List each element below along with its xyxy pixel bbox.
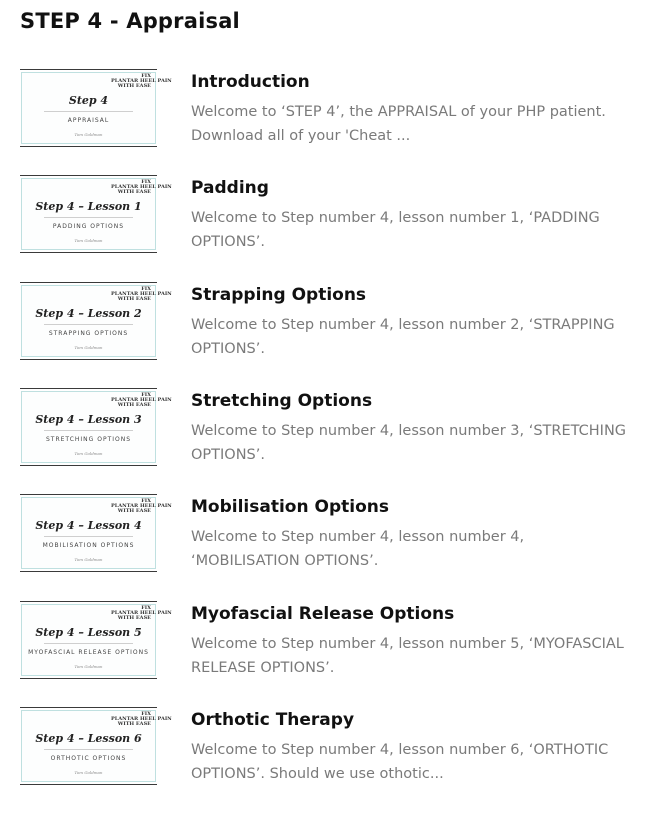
brand-line-3: WITH EASE <box>117 615 151 621</box>
lesson-thumbnail[interactable]: FIX PLANTAR HEEL PAIN WITH EASE Step 4 –… <box>20 601 172 679</box>
thumbnail-divider <box>44 217 133 218</box>
lesson-thumbnail[interactable]: FIX PLANTAR HEEL PAIN WITH EASE Step 4 –… <box>20 175 172 253</box>
brand-line-3: WITH EASE <box>117 721 151 727</box>
lesson-description: Welcome to ‘STEP 4’, the APPRAISAL of yo… <box>191 104 606 144</box>
lesson-title[interactable]: Orthotic Therapy <box>191 710 354 730</box>
lesson-description: Welcome to Step number 4, lesson number … <box>191 529 525 569</box>
brand-line-3: WITH EASE <box>117 402 151 408</box>
thumbnail-card: FIX PLANTAR HEEL PAIN WITH EASE Step 4 –… <box>21 710 172 782</box>
thumbnail-card: FIX PLANTAR HEEL PAIN WITH EASE Step 4 –… <box>21 285 172 357</box>
thumbnail-subtitle: STRETCHING OPTIONS <box>45 436 132 443</box>
brand-line-3: WITH EASE <box>117 296 151 302</box>
lesson-title[interactable]: Strapping Options <box>191 285 366 305</box>
thumbnail-title: Step 4 <box>68 94 109 107</box>
thumbnail-subtitle: ORTHOTIC OPTIONS <box>50 755 127 762</box>
lesson-description: Welcome to Step number 4, lesson number … <box>191 317 615 357</box>
thumbnail-card: FIX PLANTAR HEEL PAIN WITH EASE Step 4 A… <box>21 72 172 144</box>
brand-line-3: WITH EASE <box>117 508 151 514</box>
thumbnail-signature: Tom Goldman <box>74 345 103 350</box>
thumbnail-signature: Tom Goldman <box>74 132 103 137</box>
brand-line-3: WITH EASE <box>117 189 151 195</box>
lesson-description: Welcome to Step number 4, lesson number … <box>191 423 627 463</box>
lesson-thumbnail[interactable]: FIX PLANTAR HEEL PAIN WITH EASE Step 4 –… <box>20 494 172 572</box>
thumbnail-divider <box>44 430 133 431</box>
thumbnail-card: FIX PLANTAR HEEL PAIN WITH EASE Step 4 –… <box>21 497 172 569</box>
thumbnail-signature: Tom Goldman <box>74 770 103 775</box>
thumbnail-subtitle: STRAPPING OPTIONS <box>48 330 129 337</box>
lesson-thumbnail[interactable]: FIX PLANTAR HEEL PAIN WITH EASE Step 4 A… <box>20 69 172 147</box>
lesson-title[interactable]: Stretching Options <box>191 391 372 411</box>
lesson-thumbnail[interactable]: FIX PLANTAR HEEL PAIN WITH EASE Step 4 –… <box>20 388 172 466</box>
lesson-item-6[interactable]: FIX PLANTAR HEEL PAIN WITH EASE Step 4 –… <box>20 601 640 697</box>
lesson-item-4[interactable]: FIX PLANTAR HEEL PAIN WITH EASE Step 4 –… <box>20 388 640 484</box>
lesson-item-3[interactable]: FIX PLANTAR HEEL PAIN WITH EASE Step 4 –… <box>20 282 640 378</box>
thumbnail-title: Step 4 – Lesson 6 <box>35 732 142 745</box>
thumbnail-brand: FIX PLANTAR HEEL PAIN WITH EASE <box>111 712 172 727</box>
thumbnail-signature: Tom Goldman <box>74 664 103 669</box>
thumbnail-divider <box>44 536 133 537</box>
lesson-item-2[interactable]: FIX PLANTAR HEEL PAIN WITH EASE Step 4 –… <box>20 175 640 271</box>
lesson-item-1[interactable]: FIX PLANTAR HEEL PAIN WITH EASE Step 4 A… <box>20 69 640 165</box>
thumbnail-brand: FIX PLANTAR HEEL PAIN WITH EASE <box>111 287 172 302</box>
thumbnail-signature: Tom Goldman <box>74 451 103 456</box>
lesson-description: Welcome to Step number 4, lesson number … <box>191 210 600 250</box>
lesson-title[interactable]: Padding <box>191 178 269 198</box>
brand-line-3: WITH EASE <box>117 83 151 89</box>
thumbnail-subtitle: APPRAISAL <box>67 117 110 124</box>
thumbnail-title: Step 4 – Lesson 2 <box>35 307 142 320</box>
thumbnail-card: FIX PLANTAR HEEL PAIN WITH EASE Step 4 –… <box>21 604 172 676</box>
thumbnail-title: Step 4 – Lesson 3 <box>35 413 142 426</box>
thumbnail-brand: FIX PLANTAR HEEL PAIN WITH EASE <box>111 606 172 621</box>
thumbnail-subtitle: MYOFASCIAL RELEASE OPTIONS <box>28 649 149 656</box>
thumbnail-card: FIX PLANTAR HEEL PAIN WITH EASE Step 4 –… <box>21 391 172 463</box>
thumbnail-divider <box>44 324 133 325</box>
lesson-description: Welcome to Step number 4, lesson number … <box>191 636 624 676</box>
thumbnail-title: Step 4 – Lesson 4 <box>35 519 142 532</box>
thumbnail-divider <box>44 643 133 644</box>
lesson-title[interactable]: Myofascial Release Options <box>191 604 454 624</box>
page-title: STEP 4 - Appraisal <box>20 9 240 33</box>
lesson-item-7[interactable]: FIX PLANTAR HEEL PAIN WITH EASE Step 4 –… <box>20 707 640 803</box>
thumbnail-subtitle: MOBILISATION OPTIONS <box>42 542 135 549</box>
thumbnail-signature: Tom Goldman <box>74 557 103 562</box>
thumbnail-brand: FIX PLANTAR HEEL PAIN WITH EASE <box>111 74 172 89</box>
thumbnail-title: Step 4 – Lesson 5 <box>35 626 142 639</box>
lesson-description: Welcome to Step number 4, lesson number … <box>191 742 609 782</box>
thumbnail-card: FIX PLANTAR HEEL PAIN WITH EASE Step 4 –… <box>21 178 172 250</box>
thumbnail-signature: Tom Goldman <box>74 238 103 243</box>
thumbnail-brand: FIX PLANTAR HEEL PAIN WITH EASE <box>111 180 172 195</box>
lesson-thumbnail[interactable]: FIX PLANTAR HEEL PAIN WITH EASE Step 4 –… <box>20 707 172 785</box>
thumbnail-divider <box>44 111 133 112</box>
thumbnail-brand: FIX PLANTAR HEEL PAIN WITH EASE <box>111 393 172 408</box>
lesson-thumbnail[interactable]: FIX PLANTAR HEEL PAIN WITH EASE Step 4 –… <box>20 282 172 360</box>
thumbnail-title: Step 4 – Lesson 1 <box>35 200 142 213</box>
lesson-title[interactable]: Mobilisation Options <box>191 497 389 517</box>
lesson-item-5[interactable]: FIX PLANTAR HEEL PAIN WITH EASE Step 4 –… <box>20 494 640 590</box>
thumbnail-divider <box>44 749 133 750</box>
lesson-title[interactable]: Introduction <box>191 72 310 92</box>
thumbnail-brand: FIX PLANTAR HEEL PAIN WITH EASE <box>111 499 172 514</box>
thumbnail-subtitle: PADDING OPTIONS <box>52 223 125 230</box>
